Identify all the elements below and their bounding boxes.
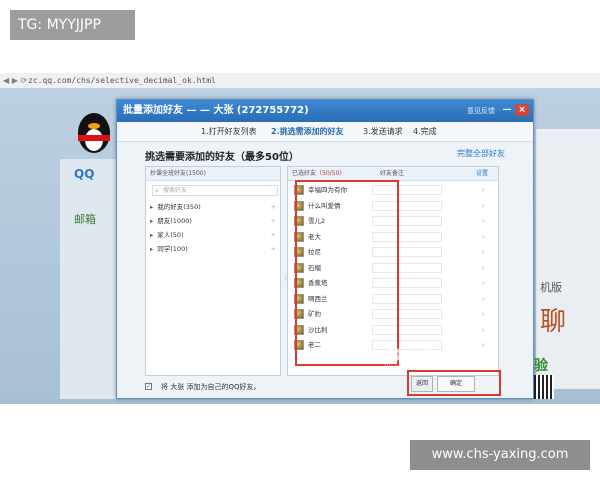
bg-chat-label: 聊 [540,307,567,337]
close-icon[interactable]: × [515,104,529,116]
back-forward-refresh-icons[interactable]: ◀ ▶ ⟳ [3,73,27,89]
group-label: 家人(50) [157,231,184,239]
remove-friend-icon[interactable]: × [481,307,486,321]
feedback-link[interactable]: 意见反馈 [467,100,495,122]
remove-friend-icon[interactable]: × [481,261,486,275]
delete-all-link[interactable]: 完整全部好友 [457,148,505,159]
remove-friend-icon[interactable]: × [481,199,486,213]
step-3: 3.发送请求 [363,127,403,136]
note-column-header: 好友备注 [380,170,405,177]
group-item[interactable]: ▸ 朋友(1000) + [150,215,278,227]
remove-friend-icon[interactable]: × [481,214,486,228]
remove-friend-icon[interactable]: × [481,183,486,197]
selected-count-label: 已选好友（50/50） [292,170,346,177]
add-back-checkbox[interactable]: ✓ [145,382,155,390]
address-bar[interactable]: ◀ ▶ ⟳ zc.qq.com/chs/selective_decimal_ok… [0,73,600,89]
group-item[interactable]: ▸ 同学(100) + [150,243,278,255]
group-item[interactable]: ▸ 我的好友(350) + [150,201,278,213]
step-1: 1.打开好友列表 [201,127,257,136]
checkbox-check-icon[interactable]: ✓ [145,382,152,390]
chevron-right-icon: ▸ [150,217,154,225]
watermark-bottom-right: www.chs-yaxing.com [410,440,590,470]
highlight-frame [295,180,399,366]
group-label: 朋友(1000) [157,217,192,225]
add-group-icon[interactable]: + [271,201,276,213]
add-group-icon[interactable]: + [271,215,276,227]
button-highlight-frame [407,370,501,396]
group-label: 同学(100) [157,245,188,253]
friend-groups-pane: 抄课全班好友(1500) ⌕ 搜索好友 ▸ 我的好友(350) + ▸ 朋友(1000… [145,166,281,376]
bg-qq-label: QQ [74,167,95,181]
browser-screenshot: ◀ ▶ ⟳ zc.qq.com/chs/selective_decimal_ok… [0,73,600,404]
step-2: 2.挑选需添加的好友 [271,127,344,136]
dialog-title-bar[interactable]: 批量添加好友 — — 大张 (272755772) 意见反馈 — × [117,100,533,122]
search-icon: ⌕ [155,187,159,195]
chevron-right-icon: ▸ [150,245,154,253]
watermark-top-left: TG: MYYJJPP [10,10,135,40]
add-back-note: 将 大张 添加为自己的QQ好友。 [161,383,261,391]
chevron-right-icon: ▸ [150,203,154,211]
remove-friend-icon[interactable]: × [481,230,486,244]
selected-header: 已选好友（50/50） 好友备注 设置 [288,167,498,181]
friend-search-input[interactable]: ⌕ 搜索好友 [152,185,278,196]
dialog-title: 批量添加好友 — — 大张 (272755772) [123,105,309,116]
add-group-icon[interactable]: + [271,243,276,255]
step-4: 4.完成 [413,127,437,136]
qq-penguin-logo [72,105,116,157]
add-group-icon[interactable]: + [271,229,276,241]
background-right-panel [536,129,600,389]
selected-count: 50/50 [322,170,340,177]
minimize-icon[interactable]: — [501,104,513,116]
url-text[interactable]: zc.qq.com/chs/selective_decimal_ok.html [28,73,216,89]
groups-header: 抄课全班好友(1500) [146,167,280,181]
group-item[interactable]: ▸ 家人(50) + [150,229,278,241]
background-side-panel [60,159,120,399]
remove-friend-icon[interactable]: × [481,323,486,337]
photo-watermark-sub: jingyan.baidu.com [384,363,458,372]
selection-heading: 挑选需要添加的好友（最多50位） [145,152,299,163]
settings-column-header[interactable]: 设置 [476,167,488,181]
search-placeholder: 搜索好友 [163,187,188,194]
remove-friend-icon[interactable]: × [481,292,486,306]
screenshot-stage: TG: MYYJJPP ◀ ▶ ⟳ zc.qq.com/chs/selectiv… [0,0,600,480]
chevron-right-icon: ▸ [150,231,154,239]
bg-mail-label: 邮箱 [74,213,96,226]
bg-version-label: 机版 [540,281,562,294]
group-label: 我的好友(350) [157,203,201,211]
remove-friend-icon[interactable]: × [481,245,486,259]
remove-friend-icon[interactable]: × [481,276,486,290]
step-indicator: 1.打开好友列表 2.挑选需添加的好友 3.发送请求 4.完成 [117,122,533,142]
